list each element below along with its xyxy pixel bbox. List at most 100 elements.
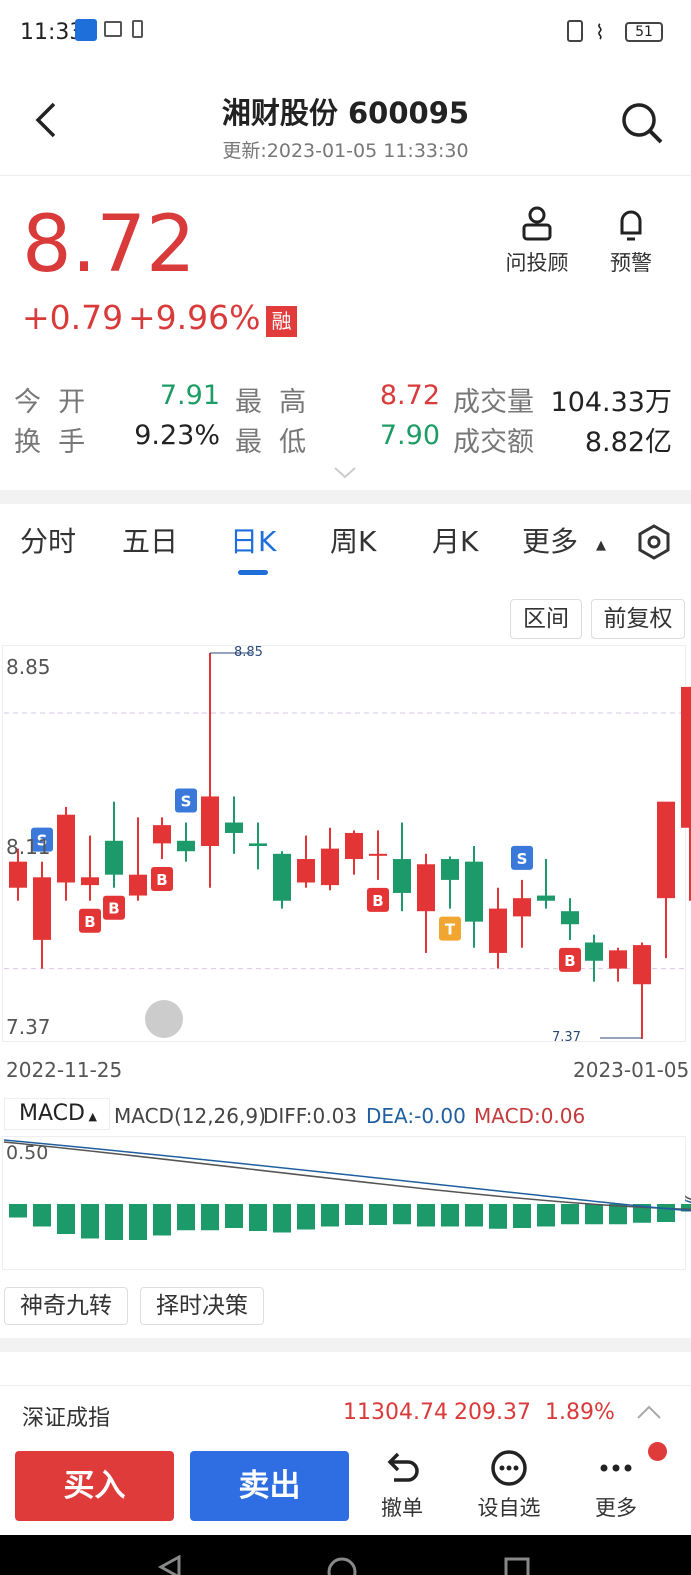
signal-badge-label: S (517, 850, 528, 868)
draw-tool-icon[interactable] (145, 1000, 183, 1038)
sell-button[interactable]: 卖出 (190, 1451, 349, 1521)
macd-selector-label: MACD (19, 1101, 85, 1126)
status-bar: 11:33 ⌇ 51 (0, 0, 691, 66)
stat-volume-value: 104.33万 (550, 387, 672, 418)
macd-bar (465, 1204, 483, 1227)
tab-indicator (238, 570, 268, 575)
stat-low-value: 7.90 (379, 420, 440, 451)
price-change-pct: +9.96% (128, 298, 261, 337)
macd-dea-line (3, 1139, 691, 1212)
tab-intraday[interactable]: 分时 (20, 520, 76, 560)
chart-settings-icon[interactable] (636, 524, 672, 560)
tab-weekly-k[interactable]: 周K (330, 520, 376, 560)
stat-volume-label: 成交量 (453, 387, 534, 418)
macd-bar (345, 1204, 363, 1225)
macd-diff: DIFF:0.03 (263, 1104, 358, 1128)
add-watchlist-button[interactable]: 设自选 (470, 1448, 548, 1522)
wifi-icon: ⌇ (595, 20, 605, 44)
candle-body (369, 853, 387, 856)
macd-bar (201, 1204, 219, 1231)
macd-bar (561, 1204, 579, 1225)
stat-low-label: 最 低 (235, 427, 307, 458)
macd-bar (33, 1204, 51, 1227)
bottom-nav: 买入 卖出 撤单 设自选 更多 (0, 1440, 691, 1535)
macd-caret-icon: ▲ (84, 1110, 97, 1123)
candle-body (513, 898, 531, 917)
tab-more[interactable]: 更多 (522, 520, 578, 560)
current-price: 8.72 (22, 200, 196, 290)
expand-chevron-icon[interactable] (333, 466, 357, 480)
stat-high-label: 最 高 (235, 387, 307, 418)
candle-body (609, 950, 627, 969)
stat-amount-label: 成交额 (453, 427, 534, 458)
y-label-low: 7.37 (6, 1015, 51, 1039)
candle-body (441, 859, 459, 880)
status-time: 11:33 (20, 20, 84, 45)
candle-body (153, 825, 171, 844)
indicator-tab-timing[interactable]: 择时决策 (140, 1287, 264, 1325)
macd-dea: DEA:-0.00 (366, 1104, 466, 1128)
signal-b-badge: B (367, 887, 389, 912)
margin-badge: 融 (266, 306, 297, 337)
bell-icon (620, 210, 642, 241)
candle-body (489, 908, 507, 953)
min-price-marker: 7.37 (552, 1030, 581, 1045)
candle-body (417, 864, 435, 912)
system-back-icon[interactable] (155, 1555, 185, 1575)
candle-body (633, 945, 651, 985)
system-recents-icon[interactable] (503, 1555, 531, 1575)
kline-chart[interactable]: SBBBSBTSBT (0, 645, 691, 1045)
signal-t-badge: T (439, 916, 461, 941)
macd-bar (297, 1204, 315, 1230)
macd-bar (81, 1204, 99, 1239)
stat-open-label: 今 开 (14, 387, 86, 418)
macd-bar (57, 1204, 75, 1234)
advisor-label: 问投顾 (505, 251, 569, 275)
candle-body (249, 843, 267, 846)
signal-s-badge: S (175, 788, 197, 813)
macd-bar (9, 1204, 27, 1218)
macd-bar (129, 1204, 147, 1240)
chevron-up-icon[interactable] (636, 1404, 662, 1420)
search-icon[interactable] (621, 102, 665, 146)
signal-s-badge: S (511, 845, 533, 870)
candle-body (681, 686, 691, 828)
more-button[interactable]: 更多 (584, 1448, 648, 1522)
signal-badge-label: B (84, 913, 95, 931)
macd-bar (585, 1204, 603, 1225)
x-label-start: 2022-11-25 (6, 1058, 123, 1082)
page-title: 湘财股份 600095 (221, 96, 470, 130)
advisor-button[interactable]: 问投顾 (502, 205, 572, 277)
macd-selector[interactable]: MACD ▲ (4, 1098, 110, 1130)
candle-body (297, 859, 315, 883)
macd-bar (153, 1204, 171, 1236)
buy-button[interactable]: 买入 (15, 1451, 174, 1521)
signal-badge-label: B (372, 892, 383, 910)
macd-axis-label: 0.50 (6, 1142, 49, 1164)
download-icon (132, 20, 143, 38)
candle-body (345, 832, 363, 860)
signal-b-badge: B (559, 947, 581, 972)
candle-body (105, 840, 123, 875)
tab-daily-k[interactable]: 日K (230, 520, 276, 560)
tab-five-day[interactable]: 五日 (122, 520, 178, 560)
range-button[interactable]: 区间 (510, 599, 582, 639)
tab-monthly-k[interactable]: 月K (432, 520, 478, 560)
stat-open-value: 7.91 (159, 380, 220, 411)
system-home-icon[interactable] (325, 1555, 359, 1575)
macd-bar (657, 1204, 675, 1222)
macd-bar (249, 1204, 267, 1231)
index-bar[interactable]: 深证成指 11304.74 209.37 1.89% (0, 1385, 691, 1440)
add-watchlist-label: 设自选 (477, 1496, 541, 1520)
more-dots-icon (600, 1464, 632, 1472)
alert-button[interactable]: 预警 (598, 205, 664, 277)
cancel-order-button[interactable]: 撤单 (370, 1448, 434, 1522)
adjust-button[interactable]: 前复权 (591, 599, 685, 639)
vibrate-icon (567, 20, 583, 42)
index-pct: 1.89% (545, 1400, 615, 1425)
macd-chart (3, 1139, 691, 1240)
y-label-high: 8.85 (6, 655, 51, 679)
signal-b-badge: B (79, 908, 101, 933)
page-header: 湘财股份 600095 更新:2023-01-05 11:33:30 (0, 66, 691, 176)
indicator-tab-nine[interactable]: 神奇九转 (4, 1287, 128, 1325)
